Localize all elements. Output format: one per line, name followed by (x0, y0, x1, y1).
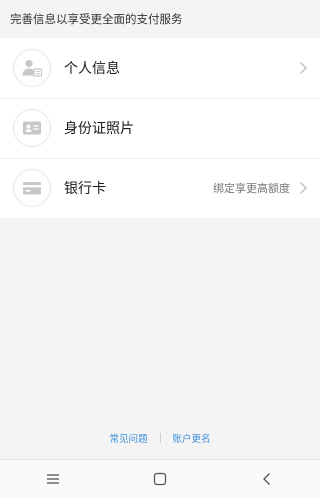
back-icon[interactable] (247, 464, 287, 494)
list-item-id-photo[interactable]: 身份证照片 (0, 98, 320, 158)
page-subtitle: 完善信息以享受更全面的支付服务 (0, 0, 320, 38)
bank-card-icon (13, 169, 51, 207)
system-nav-bar (0, 459, 320, 498)
person-card-icon (13, 49, 51, 87)
link-divider (159, 433, 161, 443)
id-card-icon (13, 109, 51, 147)
list-item-hint: 绑定享更高额度 (213, 182, 290, 195)
list-item-bank-card[interactable]: 银行卡 绑定享更高额度 (0, 158, 320, 218)
faq-link[interactable]: 常见问题 (109, 431, 147, 445)
list-item-personal-info[interactable]: 个人信息 (0, 38, 320, 98)
list-item-label: 身份证照片 (64, 121, 134, 137)
account-rename-link[interactable]: 账户更名 (173, 431, 211, 445)
info-list: 个人信息 身份证照片 银行卡 绑定享更高额度 (0, 38, 320, 218)
list-item-label: 银行卡 (64, 181, 106, 197)
menu-icon[interactable] (33, 464, 73, 494)
home-icon[interactable] (140, 464, 180, 494)
footer-links: 常见问题 账户更名 (0, 429, 320, 447)
list-item-label: 个人信息 (64, 61, 120, 77)
chevron-right-icon (294, 59, 312, 77)
chevron-right-icon (294, 179, 312, 197)
